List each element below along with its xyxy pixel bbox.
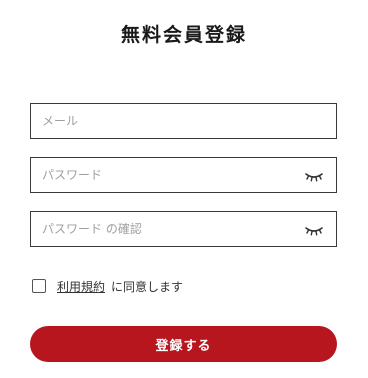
eye-closed-icon[interactable] [305,169,323,183]
password-confirm-field[interactable] [30,211,337,247]
password-field[interactable] [30,157,337,193]
terms-link[interactable]: 利用規約 [57,278,105,295]
terms-checkbox[interactable] [32,279,46,293]
password-input[interactable] [31,158,336,192]
email-input[interactable] [31,104,336,138]
terms-agreement: 利用規約 に同意します [32,277,183,295]
password-confirm-input[interactable] [31,212,336,246]
register-button[interactable]: 登録する [30,326,337,362]
eye-closed-icon[interactable] [305,223,323,237]
terms-label: に同意します [111,279,184,294]
email-field[interactable] [30,103,337,139]
page-title: 無料会員登録 [120,24,247,46]
